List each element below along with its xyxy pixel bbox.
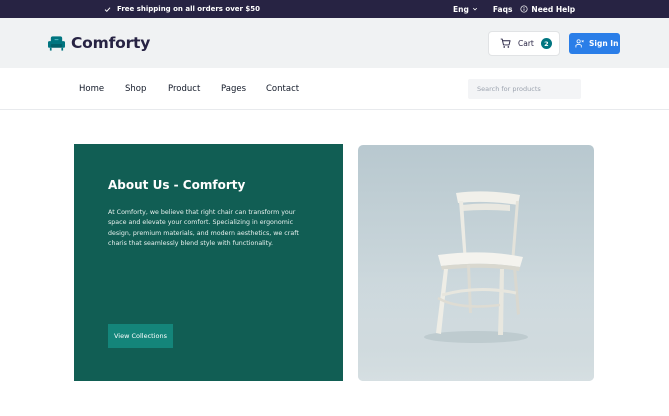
about-title: About Us - Comforty [108,178,246,192]
need-help-label: Need Help [531,4,576,14]
cart-label: Cart [518,39,534,48]
view-collections-button[interactable]: View Collections [108,324,173,348]
nav-shop[interactable]: Shop [125,84,146,94]
topbar-utilities: Eng Faqs Need Help [453,0,575,18]
main-nav: Home Shop Product Pages Contact [0,68,669,110]
check-icon [104,6,111,12]
brand-name: Comforty [71,34,151,52]
faqs-link[interactable]: Faqs [493,5,513,14]
shipping-notice: Free shipping on all orders over $50 [104,0,260,18]
nav-contact[interactable]: Contact [266,84,299,94]
cart-count-badge: 2 [540,38,552,49]
about-description: At Comforty, we believe that right chair… [108,209,299,248]
shipping-text: Free shipping on all orders over $50 [117,5,261,13]
need-help-link[interactable]: Need Help [520,5,575,14]
brand-logo[interactable]: Comforty [47,34,150,52]
sign-in-button[interactable]: Sign In [569,33,620,54]
nav-home[interactable]: Home [79,84,104,94]
nav-pages[interactable]: Pages [221,84,246,94]
cart-button[interactable]: Cart 2 [488,31,560,56]
chevron-down-icon [472,7,477,11]
about-section: About Us - Comforty At Comforty, we beli… [74,144,343,381]
chair-illustration [358,191,594,381]
nav-product[interactable]: Product [168,84,200,94]
search-input[interactable] [468,79,581,99]
site-header: Comforty Cart 2 Sign In [0,18,669,68]
language-label: Eng [453,4,469,14]
user-icon [575,39,584,48]
language-selector[interactable]: Eng [453,5,478,14]
info-circle-icon [520,5,528,13]
cart-icon [500,38,511,48]
chair-photo [358,145,594,381]
armchair-icon [48,35,65,51]
sign-in-label: Sign In [589,39,619,48]
announcement-bar: Free shipping on all orders over $50 Eng… [0,0,669,18]
